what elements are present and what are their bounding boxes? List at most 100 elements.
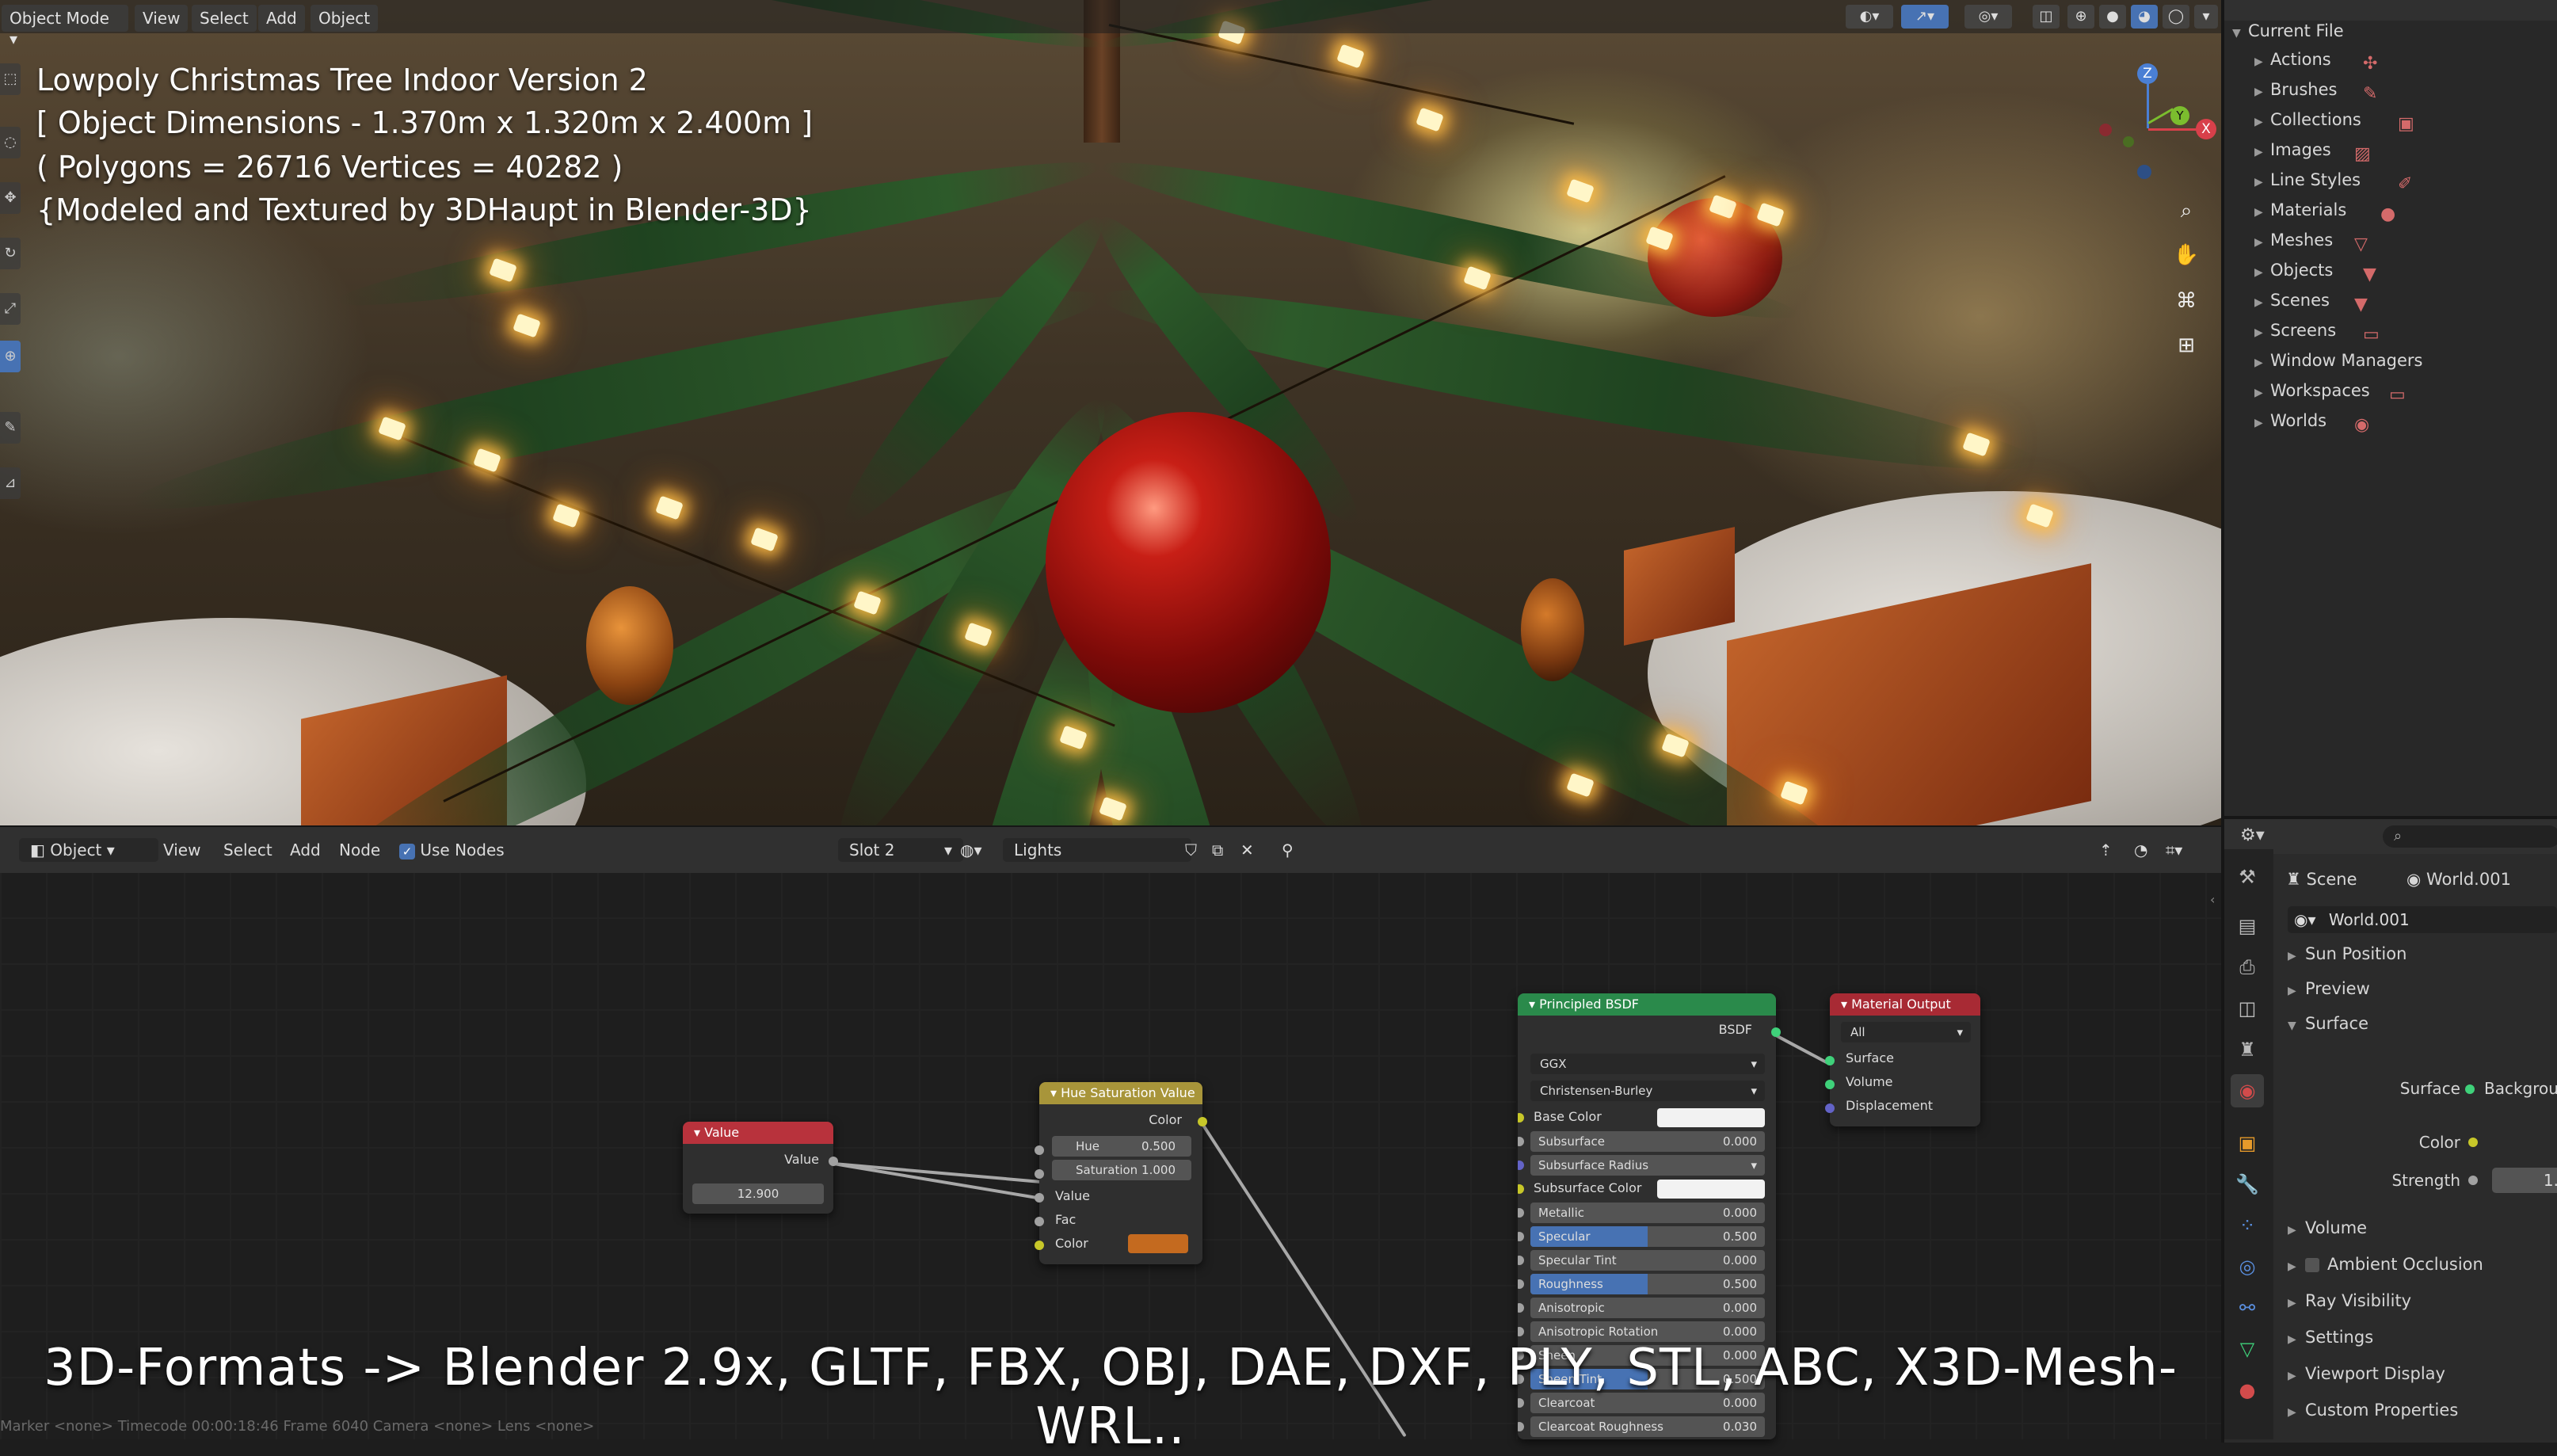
bsdf-input-row[interactable]: Base Color: [1530, 1107, 1765, 1128]
bsdf-slider-field[interactable]: Metallic 0.000: [1530, 1203, 1765, 1223]
strength-field[interactable]: 1.: [2492, 1168, 2557, 1193]
gizmo-y-ball[interactable]: Y: [2170, 106, 2189, 125]
bsdf-slider-field[interactable]: Subsurface 0.000: [1530, 1131, 1765, 1152]
expand-right-icon[interactable]: ▶: [2254, 107, 2270, 137]
outliner-item[interactable]: ▶ Actions ✣: [2254, 44, 2377, 77]
world-browse-icon[interactable]: ◉▾: [2288, 910, 2324, 929]
expand-right-icon[interactable]: ▶: [2254, 378, 2270, 408]
outliner-panel[interactable]: ▼ Current File ▶ Actions ✣ ▶ Brushes ✎ ▶ Collect…: [2221, 0, 2557, 816]
expand-right-icon[interactable]: ▶: [2254, 47, 2270, 77]
hsv-fac-socket[interactable]: [1035, 1217, 1044, 1226]
material-output-header[interactable]: ▾ Material Output: [1830, 993, 1980, 1016]
bsdf-input-socket[interactable]: [1518, 1279, 1524, 1289]
solid-shading-icon[interactable]: ●: [2099, 5, 2126, 29]
scale-tool-icon[interactable]: ⤢: [0, 293, 21, 325]
properties-panel-header[interactable]: ▶ Viewport Display: [2288, 1358, 2445, 1389]
value-node[interactable]: ▾ Value Value 12.900: [683, 1122, 833, 1214]
gizmo-neg-y-ball[interactable]: [2123, 136, 2134, 147]
bsdf-input-row[interactable]: Specular Tint 0.000: [1530, 1250, 1765, 1271]
render-tab-icon[interactable]: ▤: [2231, 909, 2264, 943]
properties-search-field[interactable]: ⌕: [2383, 825, 2557, 848]
bsdf-input-row[interactable]: Specular 0.500: [1530, 1226, 1765, 1247]
data-tab-icon[interactable]: ▽: [2231, 1332, 2264, 1366]
material-tab-icon[interactable]: ●: [2231, 1374, 2264, 1407]
expand-right-icon[interactable]: ▶: [2254, 77, 2270, 107]
bsdf-input-socket[interactable]: [1518, 1232, 1524, 1241]
viewport-menu-object[interactable]: Object: [311, 5, 379, 32]
expand-right-icon[interactable]: ▶: [2288, 1214, 2305, 1246]
bsdf-input-socket[interactable]: [1518, 1303, 1524, 1313]
hsv-color-socket[interactable]: [1035, 1241, 1044, 1250]
scene-breadcrumb[interactable]: ♜ Scene: [2286, 863, 2357, 895]
node-menu-add[interactable]: Add: [290, 838, 321, 862]
properties-panel-header[interactable]: ▶ Sun Position: [2288, 938, 2406, 970]
xray-toggle-icon[interactable]: ◫: [2033, 5, 2060, 29]
bsdf-subsurface-radius-field[interactable]: Subsurface Radius ▾: [1530, 1155, 1765, 1176]
use-nodes-checkbox[interactable]: ✓ Use Nodes: [399, 838, 505, 862]
annotate-tool-icon[interactable]: ✎: [0, 412, 21, 444]
ao-checkbox[interactable]: [2305, 1258, 2319, 1272]
expand-right-icon[interactable]: ▶: [2254, 318, 2270, 348]
scene-tab-icon[interactable]: ♜: [2231, 1033, 2264, 1066]
hsv-color-swatch[interactable]: [1128, 1234, 1188, 1253]
visibility-toggle-icon[interactable]: ◐▾: [1846, 5, 1893, 29]
transform-tool-icon[interactable]: ⊕: [0, 341, 21, 372]
material-output-target-dropdown[interactable]: All ▾: [1841, 1022, 1971, 1042]
snapping-icon[interactable]: ◔: [2134, 838, 2147, 862]
fake-user-shield-icon[interactable]: ⛉: [1185, 838, 1197, 862]
material-output-node[interactable]: ▾ Material Output All ▾ Surface Volume Di…: [1830, 993, 1980, 1126]
color-socket-icon[interactable]: [2468, 1138, 2478, 1147]
bsdf-slider-field[interactable]: Roughness 0.500: [1530, 1274, 1765, 1294]
expand-right-icon[interactable]: ▶: [2288, 940, 2305, 972]
node-menu-select[interactable]: Select: [223, 838, 272, 862]
bsdf-input-row[interactable]: Subsurface 0.000: [1530, 1131, 1765, 1152]
material-name-field[interactable]: Lights: [1003, 838, 1191, 862]
modifier-tab-icon[interactable]: 🔧: [2231, 1168, 2264, 1201]
output-volume-socket[interactable]: [1825, 1080, 1835, 1089]
bsdf-input-socket[interactable]: [1518, 1184, 1524, 1194]
expand-right-icon[interactable]: ▶: [2288, 975, 2305, 1007]
bsdf-distribution-dropdown[interactable]: GGX ▾: [1530, 1054, 1765, 1074]
material-shading-icon[interactable]: ◕: [2131, 5, 2158, 29]
pan-hand-icon[interactable]: ✋: [2170, 239, 2202, 271]
camera-view-icon[interactable]: ⌘: [2170, 285, 2202, 317]
properties-panel-header[interactable]: ▶ Ray Visibility: [2288, 1285, 2411, 1317]
gizmo-toggle-icon[interactable]: ↗▾: [1901, 5, 1949, 29]
outliner-root-current-file[interactable]: ▼ Current File: [2232, 16, 2344, 46]
bsdf-input-row[interactable]: Subsurface Radius ▾: [1530, 1155, 1765, 1176]
rotate-tool-icon[interactable]: ↻: [0, 238, 21, 269]
outliner-item[interactable]: ▶ Window Managers: [2254, 345, 2422, 375]
measure-tool-icon[interactable]: ⊿: [0, 467, 21, 499]
bsdf-output-socket[interactable]: [1771, 1027, 1781, 1037]
outliner-item[interactable]: ▶ Worlds ◉: [2254, 406, 2369, 436]
world-datablock-field[interactable]: ◉▾ World.001: [2288, 906, 2557, 933]
value-node-header[interactable]: ▾ Value: [683, 1122, 833, 1144]
gizmo-x-ball[interactable]: X: [2196, 119, 2216, 139]
unlink-material-icon[interactable]: ✕: [1240, 838, 1254, 862]
expand-right-icon[interactable]: ▶: [2254, 348, 2270, 378]
wireframe-shading-icon[interactable]: ⊕: [2067, 5, 2094, 29]
bsdf-color-swatch[interactable]: [1657, 1108, 1765, 1127]
outliner-item[interactable]: ▶ Brushes ✎: [2254, 74, 2377, 107]
outliner-item[interactable]: ▶ Workspaces ▭: [2254, 375, 2406, 408]
outliner-item[interactable]: ▶ Materials ●: [2254, 195, 2395, 225]
hsv-hue-field[interactable]: Hue 0.500: [1052, 1136, 1191, 1157]
editor-type-icon[interactable]: ⚙▾: [2240, 825, 2265, 845]
hsv-node-header[interactable]: ▾ Hue Saturation Value: [1039, 1082, 1202, 1104]
editor-type-dropdown[interactable]: ◧ Object ▾: [19, 838, 158, 862]
bsdf-input-row[interactable]: Anisotropic 0.000: [1530, 1298, 1765, 1318]
outliner-item[interactable]: ▶ Collections ▣: [2254, 105, 2414, 137]
object-tab-icon[interactable]: ▣: [2231, 1126, 2264, 1160]
select-tool-icon[interactable]: ⬚: [0, 63, 21, 95]
viewport-menu-select[interactable]: Select: [192, 5, 257, 32]
node-menu-view[interactable]: View: [163, 838, 200, 862]
hsv-value-socket[interactable]: [1035, 1193, 1044, 1203]
expand-right-icon[interactable]: ▶: [2254, 288, 2270, 318]
node-menu-node[interactable]: Node: [339, 838, 380, 862]
constraints-tab-icon[interactable]: ⚯: [2231, 1291, 2264, 1325]
properties-panel-header[interactable]: ▶ Custom Properties: [2288, 1394, 2458, 1426]
gizmo-z-ball[interactable]: Z: [2137, 63, 2158, 84]
output-displacement-socket[interactable]: [1825, 1103, 1835, 1113]
rendered-shading-icon[interactable]: ◯: [2163, 5, 2189, 29]
shading-options-icon[interactable]: ▾: [2194, 5, 2218, 29]
